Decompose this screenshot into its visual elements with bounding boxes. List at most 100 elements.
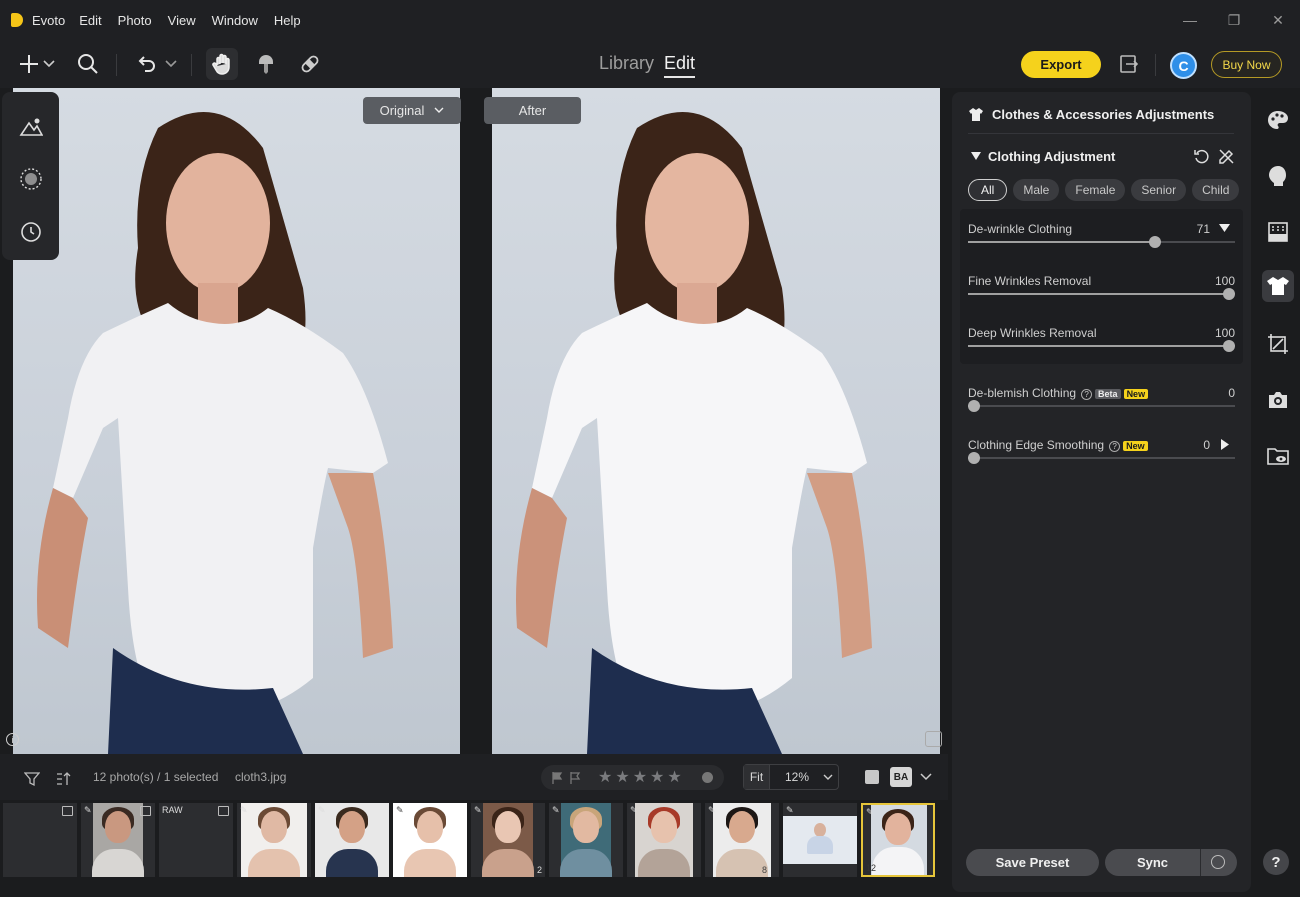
menu-help[interactable]: Help [274, 13, 301, 28]
thumbnail[interactable]: ✎ [549, 803, 623, 877]
info-icon[interactable]: i [6, 733, 19, 746]
chip-senior[interactable]: Senior [1131, 179, 1187, 201]
thumb-body [326, 849, 378, 877]
texture-circle-icon[interactable] [18, 166, 44, 192]
sync-label: Sync [1136, 855, 1169, 870]
flag-reject-icon[interactable] [569, 771, 581, 784]
slider-knob[interactable] [1223, 340, 1235, 352]
thumbnail[interactable]: ✎ [393, 803, 467, 877]
original-photo[interactable] [13, 88, 460, 754]
menu-photo[interactable]: Photo [118, 13, 152, 28]
chip-child[interactable]: Child [1192, 179, 1240, 201]
expand-right-triangle-icon[interactable] [1221, 439, 1229, 450]
bandage-icon[interactable] [297, 50, 323, 78]
thumb-body [872, 847, 924, 875]
buy-now-button[interactable]: Buy Now [1211, 51, 1282, 78]
adjustments-panel: Clothes & Accessories Adjustments Clothi… [952, 92, 1251, 892]
thumbnail[interactable]: ✎ 8 [705, 803, 779, 877]
avatar[interactable]: C [1170, 52, 1197, 79]
slider-track[interactable] [968, 457, 1235, 459]
thumbnail[interactable]: ✎ [783, 803, 857, 877]
help-icon[interactable]: ? [1081, 389, 1093, 400]
original-view-dropdown[interactable]: Original [363, 97, 461, 124]
expand-triangle-icon[interactable] [1219, 224, 1230, 232]
fit-button[interactable]: Fit [744, 765, 770, 789]
export-panel-icon[interactable] [1116, 50, 1142, 78]
collapse-triangle-icon[interactable] [971, 152, 981, 160]
slider-knob[interactable] [968, 400, 980, 412]
thumb-face [573, 811, 599, 843]
minimize-icon[interactable]: — [1168, 0, 1212, 40]
hand-icon[interactable] [206, 48, 238, 80]
compare-toggle-icon[interactable] [925, 731, 942, 747]
camera-icon[interactable] [1264, 386, 1292, 414]
thumbnail[interactable]: ✎ [627, 803, 701, 877]
help-icon[interactable]: ? [1109, 441, 1121, 452]
add-icon[interactable] [16, 50, 42, 78]
single-view-icon[interactable] [865, 770, 879, 784]
shirt-icon[interactable] [1262, 270, 1294, 302]
window-controls: — ❐ ✕ [1168, 0, 1300, 40]
menu-view[interactable]: View [168, 13, 196, 28]
save-preset-button[interactable]: Save Preset [966, 849, 1099, 876]
after-photo[interactable] [492, 88, 940, 754]
thumbnail[interactable]: RAW [159, 803, 233, 877]
chip-all[interactable]: All [968, 179, 1008, 201]
photo-canvas[interactable] [0, 88, 948, 754]
undo-dropdown-chevron-icon[interactable] [162, 50, 180, 78]
eraser-toggle-icon[interactable] [1217, 147, 1235, 165]
export-button[interactable]: Export [1021, 51, 1101, 78]
add-dropdown-chevron-icon[interactable] [40, 50, 58, 78]
thumb-body [404, 849, 456, 877]
zoom-control[interactable]: Fit 12% [743, 764, 839, 790]
close-icon[interactable]: ✕ [1256, 0, 1300, 40]
filmstrip-toolbar: 12 photo(s) / 1 selected cloth3.jpg ★★★★… [0, 754, 948, 800]
texture-icon[interactable] [1264, 218, 1292, 246]
filter-icon[interactable] [19, 765, 45, 793]
menu-window[interactable]: Window [212, 13, 258, 28]
palette-icon[interactable] [1264, 106, 1292, 134]
search-icon[interactable] [75, 50, 101, 78]
thumbnail[interactable]: ✎ 2 [471, 803, 545, 877]
before-after-view-icon[interactable]: BA [890, 767, 912, 787]
slider-label-row: Clothing Edge Smoothing? New [968, 438, 1148, 452]
color-label-icon[interactable] [701, 771, 714, 784]
thumb-face [729, 811, 755, 843]
thumbnail[interactable]: ✎ [315, 803, 389, 877]
undo-icon[interactable] [133, 50, 159, 78]
chip-male[interactable]: Male [1013, 179, 1060, 201]
raw-badge: RAW [162, 805, 183, 815]
thumbnail-selected[interactable]: ✎ 12 [861, 803, 935, 877]
sort-icon[interactable] [50, 765, 76, 793]
slider-knob[interactable] [1149, 236, 1162, 248]
menu-edit[interactable]: Edit [79, 13, 101, 28]
help-button[interactable]: ? [1263, 849, 1289, 875]
flag-pick-icon[interactable] [551, 771, 563, 784]
slider-track[interactable] [968, 405, 1235, 407]
slider-fill [968, 345, 1229, 347]
thumbnail[interactable]: ✎ [237, 803, 311, 877]
edit-pencil-icon: ✎ [708, 805, 716, 815]
crop-icon[interactable] [1264, 330, 1292, 358]
sync-settings-icon[interactable] [1211, 855, 1225, 869]
reset-icon[interactable] [1193, 147, 1211, 165]
view-chevron-down-icon[interactable] [920, 773, 932, 781]
face-icon[interactable] [1264, 162, 1292, 190]
folder-eye-icon[interactable] [1264, 442, 1292, 470]
sync-button[interactable]: Sync [1105, 849, 1237, 876]
history-icon[interactable] [18, 219, 44, 245]
restore-icon[interactable]: ❐ [1212, 0, 1256, 40]
brush-icon[interactable] [253, 50, 279, 78]
slider-knob[interactable] [968, 452, 980, 464]
chip-female[interactable]: Female [1065, 179, 1126, 201]
after-view-button[interactable]: After [484, 97, 581, 124]
section-title: Clothing Adjustment [988, 149, 1116, 164]
slider-fill [968, 293, 1229, 295]
thumbnail[interactable] [3, 803, 77, 877]
tab-edit[interactable]: Edit [664, 53, 696, 78]
landscape-adjust-icon[interactable] [18, 114, 44, 140]
star-rating[interactable]: ★★★★★ [598, 767, 685, 787]
slider-knob[interactable] [1223, 288, 1235, 300]
tab-library[interactable]: Library [599, 53, 654, 78]
thumbnail[interactable]: ✎ [81, 803, 155, 877]
